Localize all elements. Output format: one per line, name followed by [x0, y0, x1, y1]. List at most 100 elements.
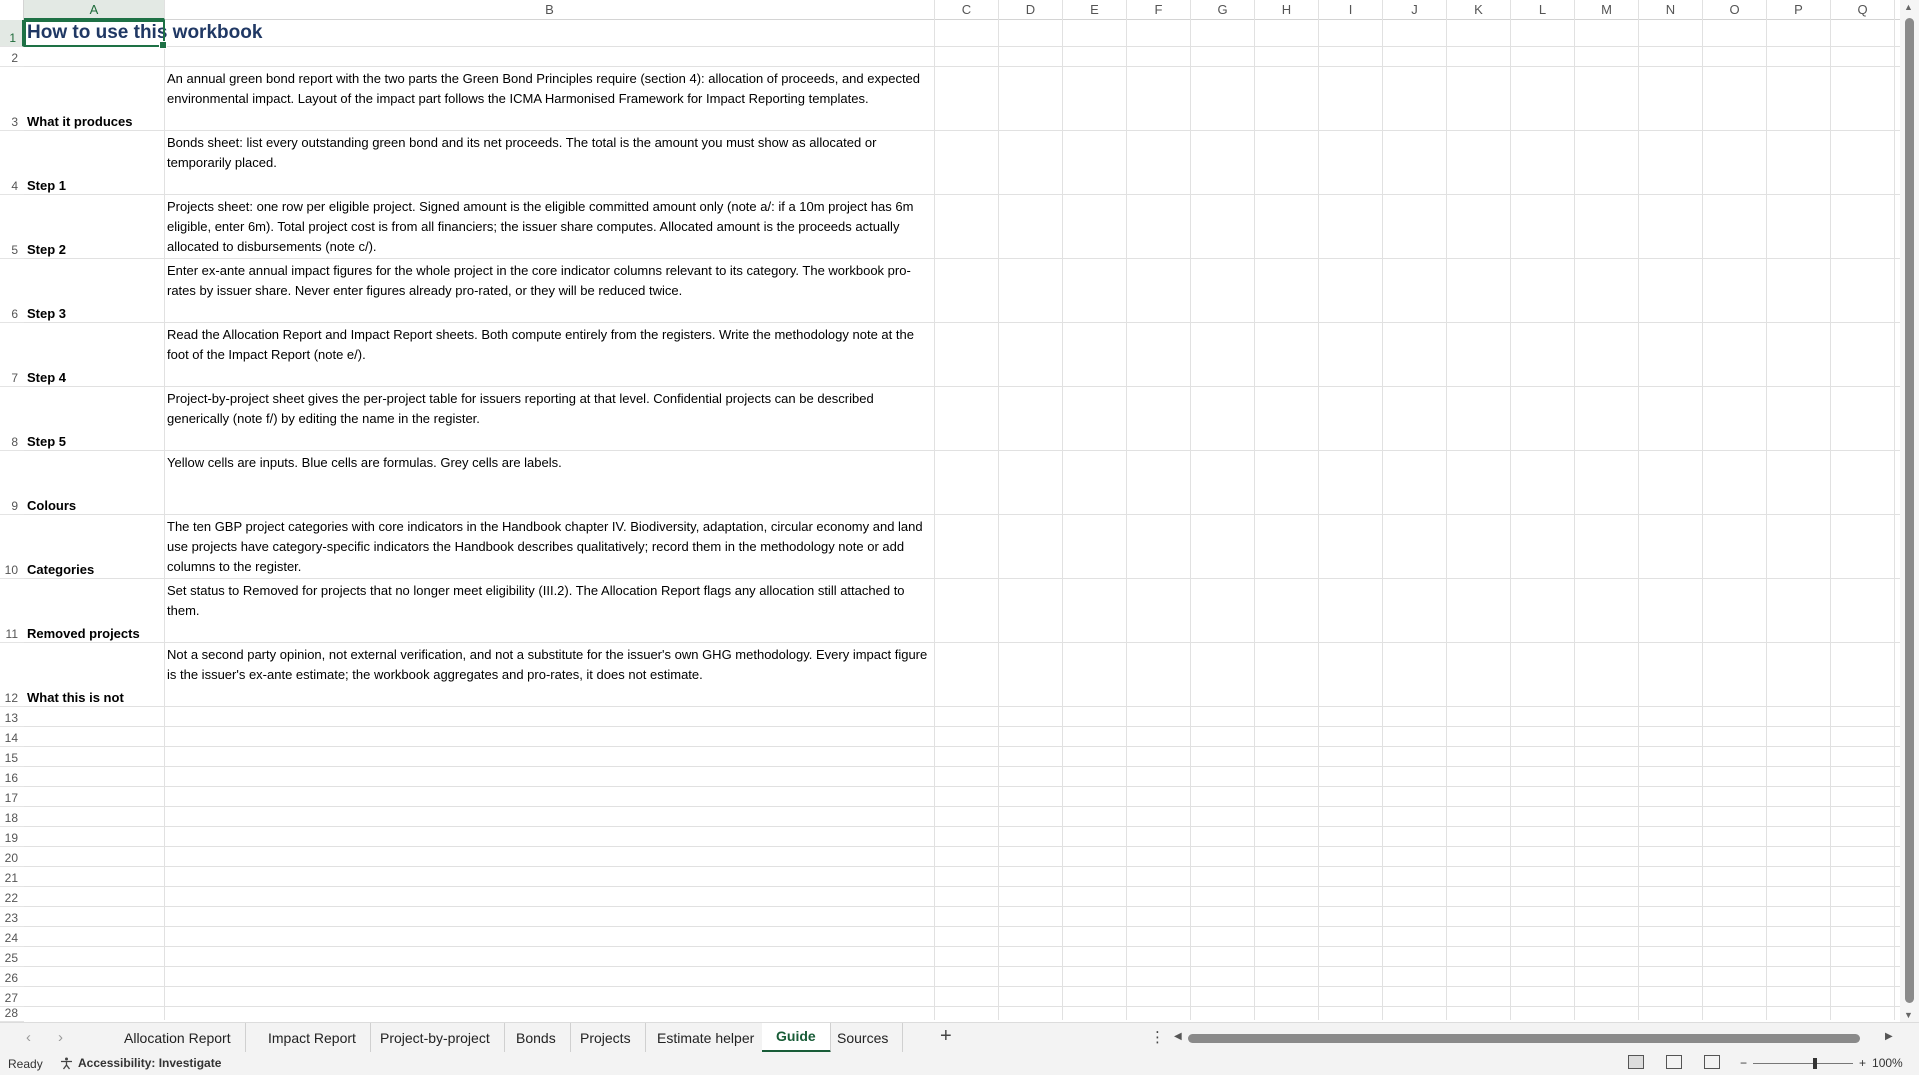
row-header-13[interactable]: 13 — [0, 707, 24, 727]
cell-b10[interactable]: The ten GBP project categories with core… — [167, 515, 937, 579]
column-header-e[interactable]: E — [1063, 0, 1127, 20]
cell-a9[interactable]: Colours — [27, 451, 76, 515]
vertical-scroll-thumb[interactable] — [1905, 18, 1914, 1003]
sheet-tab-guide[interactable]: Guide — [762, 1023, 831, 1053]
prev-sheet-arrow-icon[interactable]: ‹ — [26, 1029, 31, 1046]
horizontal-scroll-thumb[interactable] — [1188, 1034, 1860, 1043]
cell-b8[interactable]: Project-by-project sheet gives the per-p… — [167, 387, 937, 451]
row-gridline — [24, 966, 1900, 967]
row-gridline — [24, 746, 1900, 747]
column-header-g[interactable]: G — [1191, 0, 1255, 20]
row-header-14[interactable]: 14 — [0, 727, 24, 747]
column-header-i[interactable]: I — [1319, 0, 1383, 20]
column-header-d[interactable]: D — [999, 0, 1063, 20]
scroll-right-arrow-icon[interactable]: ▶ — [1885, 1031, 1893, 1042]
sheet-tab-estimate-helper[interactable]: Estimate helper — [643, 1023, 770, 1053]
column-header-j[interactable]: J — [1383, 0, 1447, 20]
row-header-28[interactable]: 28 — [0, 1007, 24, 1022]
cell-a10[interactable]: Categories — [27, 515, 94, 579]
row-header-6[interactable]: 6 — [0, 259, 24, 323]
cell-b4[interactable]: Bonds sheet: list every outstanding gree… — [167, 131, 937, 195]
zoom-level[interactable]: 100% — [1872, 1056, 1903, 1070]
row-header-4[interactable]: 4 — [0, 131, 24, 195]
sheet-tab-projects[interactable]: Projects — [566, 1023, 646, 1053]
cell-a12[interactable]: What this is not — [27, 643, 124, 707]
row-header-9[interactable]: 9 — [0, 451, 24, 515]
zoom-slider-knob[interactable] — [1813, 1057, 1818, 1069]
row-header-20[interactable]: 20 — [0, 847, 24, 867]
accessibility-button[interactable]: Accessibility: Investigate — [60, 1056, 221, 1070]
column-header-h[interactable]: H — [1255, 0, 1319, 20]
column-header-n[interactable]: N — [1639, 0, 1703, 20]
cell-a4[interactable]: Step 1 — [27, 131, 66, 195]
row-header-1[interactable]: 1 — [0, 20, 24, 47]
cell-b7[interactable]: Read the Allocation Report and Impact Re… — [167, 323, 937, 387]
cell-b5[interactable]: Projects sheet: one row per eligible pro… — [167, 195, 937, 259]
zoom-out-icon[interactable]: − — [1740, 1056, 1747, 1070]
cell-a11[interactable]: Removed projects — [27, 579, 140, 643]
row-header-16[interactable]: 16 — [0, 767, 24, 787]
cell-b6[interactable]: Enter ex-ante annual impact figures for … — [167, 259, 937, 323]
column-header-q[interactable]: Q — [1831, 0, 1895, 20]
sheet-tab-allocation-report[interactable]: Allocation Report — [110, 1023, 246, 1053]
cell-b9[interactable]: Yellow cells are inputs. Blue cells are … — [167, 451, 937, 515]
cell-a8[interactable]: Step 5 — [27, 387, 66, 451]
column-header-f[interactable]: F — [1127, 0, 1191, 20]
cell-b3[interactable]: An annual green bond report with the two… — [167, 67, 937, 131]
horizontal-scrollbar[interactable]: ◀ ▶ — [1172, 1031, 1897, 1045]
spreadsheet-grid[interactable]: What it produces An annual green bond rep… — [24, 20, 1900, 1020]
next-sheet-arrow-icon[interactable]: › — [58, 1029, 63, 1046]
zoom-slider[interactable] — [1753, 1057, 1854, 1069]
scroll-up-arrow-icon[interactable]: ▲ — [1904, 2, 1913, 12]
row-header-17[interactable]: 17 — [0, 787, 24, 807]
row-header-8[interactable]: 8 — [0, 387, 24, 451]
row-header-12[interactable]: 12 — [0, 643, 24, 707]
row-header-26[interactable]: 26 — [0, 967, 24, 987]
row-header-7[interactable]: 7 — [0, 323, 24, 387]
column-header-l[interactable]: L — [1511, 0, 1575, 20]
sheet-tab-sources[interactable]: Sources — [823, 1023, 904, 1053]
row-header-10[interactable]: 10 — [0, 515, 24, 579]
row-header-3[interactable]: 3 — [0, 67, 24, 131]
row-header-25[interactable]: 25 — [0, 947, 24, 967]
column-header-bar: ABCDEFGHIJKLMNOPQ — [0, 0, 1900, 20]
column-header-o[interactable]: O — [1703, 0, 1767, 20]
column-gridline — [1638, 20, 1639, 1020]
row-header-11[interactable]: 11 — [0, 579, 24, 643]
add-sheet-icon[interactable]: + — [940, 1025, 952, 1048]
row-header-21[interactable]: 21 — [0, 867, 24, 887]
row-header-5[interactable]: 5 — [0, 195, 24, 259]
sheet-tab-impact-report[interactable]: Impact Report — [254, 1023, 371, 1053]
column-header-a[interactable]: A — [24, 0, 165, 20]
cell-a5[interactable]: Step 2 — [27, 195, 66, 259]
sheet-tab-project-by-project[interactable]: Project-by-project — [366, 1023, 505, 1053]
more-options-icon[interactable]: ⋮ — [1150, 1028, 1165, 1046]
cell-b11[interactable]: Set status to Removed for projects that … — [167, 579, 937, 643]
cell-b12[interactable]: Not a second party opinion, not external… — [167, 643, 937, 707]
normal-view-icon[interactable] — [1628, 1055, 1644, 1069]
scroll-down-arrow-icon[interactable]: ▼ — [1904, 1010, 1913, 1020]
vertical-scrollbar[interactable]: ▲ ▼ — [1900, 0, 1919, 1022]
scroll-left-arrow-icon[interactable]: ◀ — [1174, 1031, 1182, 1042]
column-header-m[interactable]: M — [1575, 0, 1639, 20]
select-all-corner[interactable] — [0, 0, 24, 20]
sheet-tab-bonds[interactable]: Bonds — [502, 1023, 571, 1053]
row-header-18[interactable]: 18 — [0, 807, 24, 827]
row-header-27[interactable]: 27 — [0, 987, 24, 1007]
row-header-19[interactable]: 19 — [0, 827, 24, 847]
row-header-2[interactable]: 2 — [0, 47, 24, 67]
page-layout-view-icon[interactable] — [1666, 1055, 1682, 1069]
zoom-in-icon[interactable]: + — [1859, 1056, 1866, 1070]
column-header-b[interactable]: B — [165, 0, 935, 20]
cell-a3[interactable]: What it produces — [27, 67, 132, 131]
page-break-preview-icon[interactable] — [1704, 1055, 1720, 1069]
column-header-c[interactable]: C — [935, 0, 999, 20]
column-header-k[interactable]: K — [1447, 0, 1511, 20]
column-header-p[interactable]: P — [1767, 0, 1831, 20]
cell-a7[interactable]: Step 4 — [27, 323, 66, 387]
row-header-15[interactable]: 15 — [0, 747, 24, 767]
cell-a6[interactable]: Step 3 — [27, 259, 66, 323]
row-header-23[interactable]: 23 — [0, 907, 24, 927]
row-header-24[interactable]: 24 — [0, 927, 24, 947]
row-header-22[interactable]: 22 — [0, 887, 24, 907]
